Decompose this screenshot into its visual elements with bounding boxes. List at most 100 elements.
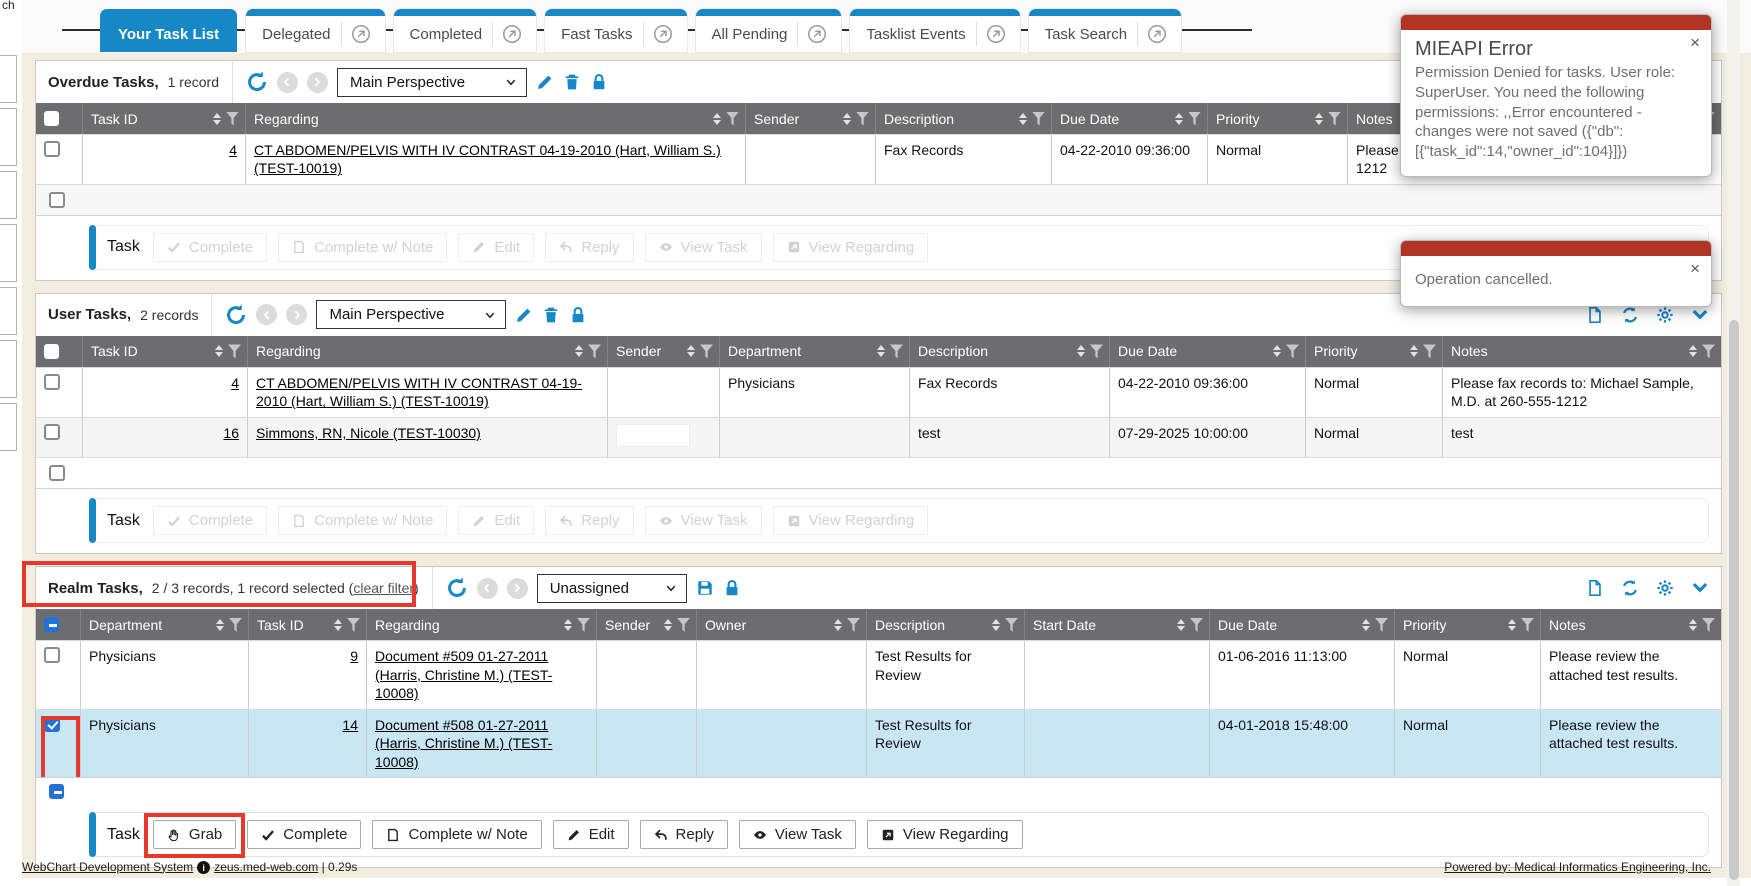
tab-all-pending[interactable]: All Pending <box>696 9 842 52</box>
sort-icon[interactable] <box>1273 345 1281 357</box>
cell-task-id[interactable]: 16 <box>82 418 247 457</box>
select-all-checkbox[interactable] <box>44 617 59 632</box>
complete-button[interactable]: Complete <box>153 506 267 535</box>
refresh-icon[interactable] <box>446 577 468 599</box>
sort-icon[interactable] <box>334 619 342 631</box>
sort-icon[interactable] <box>1689 345 1697 357</box>
sort-icon[interactable] <box>713 113 721 125</box>
filter-icon[interactable] <box>700 344 713 358</box>
select-all-header[interactable] <box>36 609 80 640</box>
cell-regarding[interactable]: Document #509 01-27-2011 (Harris, Christ… <box>366 641 596 708</box>
tab-completed[interactable]: Completed <box>394 9 537 52</box>
row-select-cell[interactable] <box>36 641 80 708</box>
cell-regarding[interactable]: CT ABDOMEN/PELVIS WITH IV CONTRAST 04-19… <box>245 135 745 184</box>
cell-task-id[interactable]: 4 <box>82 135 245 184</box>
edit-button[interactable]: Edit <box>458 506 534 535</box>
col-header-description[interactable]: Description <box>875 103 1051 134</box>
edit-perspective-icon[interactable] <box>515 306 533 324</box>
filter-icon[interactable] <box>228 344 241 358</box>
complete-with-note-button[interactable]: Complete w/ Note <box>372 820 541 849</box>
cell-task-id[interactable]: 14 <box>248 710 366 777</box>
filter-icon[interactable] <box>1005 618 1018 632</box>
external-link-icon[interactable] <box>341 22 373 46</box>
col-header-description[interactable]: Description <box>909 336 1109 367</box>
reply-button[interactable]: Reply <box>545 233 633 262</box>
filter-icon[interactable] <box>890 344 903 358</box>
col-header-description[interactable]: Description <box>866 609 1024 640</box>
clear-filter-link[interactable]: clear filter <box>353 580 414 596</box>
vertical-scrollbar[interactable] <box>1727 0 1740 886</box>
select-all-checkbox[interactable] <box>44 111 59 126</box>
powered-by-link[interactable]: Powered by: Medical Informatics Engineer… <box>1444 860 1711 874</box>
perspective-select[interactable]: Main Perspective <box>337 68 527 97</box>
complete-with-note-button[interactable]: Complete w/ Note <box>278 233 447 262</box>
external-link-icon[interactable] <box>492 22 524 46</box>
sort-icon[interactable] <box>843 113 851 125</box>
view-task-button[interactable]: View Task <box>645 233 762 262</box>
edit-button[interactable]: Edit <box>553 820 629 849</box>
col-header-start-date[interactable]: Start Date <box>1024 609 1209 640</box>
col-header-due-date[interactable]: Due Date <box>1209 609 1394 640</box>
edit-perspective-icon[interactable] <box>536 73 554 91</box>
new-document-icon[interactable] <box>1586 306 1604 324</box>
view-regarding-button[interactable]: View Regarding <box>773 233 929 262</box>
external-link-icon[interactable] <box>797 22 829 46</box>
view-regarding-button[interactable]: View Regarding <box>773 506 929 535</box>
refresh-icon[interactable] <box>246 71 268 93</box>
complete-button[interactable]: Complete <box>247 820 361 849</box>
reply-button[interactable]: Reply <box>640 820 728 849</box>
filter-icon[interactable] <box>577 618 590 632</box>
sort-icon[interactable] <box>213 113 221 125</box>
filter-icon[interactable] <box>229 618 242 632</box>
edit-button[interactable]: Edit <box>458 233 534 262</box>
sort-icon[interactable] <box>1508 619 1516 631</box>
sort-icon[interactable] <box>1689 619 1697 631</box>
tab-fast-tasks[interactable]: Fast Tasks <box>545 9 686 52</box>
col-header-regarding[interactable]: Regarding <box>245 103 745 134</box>
collapse-chevron-icon[interactable] <box>1691 579 1709 597</box>
sync-icon[interactable] <box>1621 579 1639 597</box>
filter-icon[interactable] <box>1375 618 1388 632</box>
sync-icon[interactable] <box>1621 306 1639 324</box>
close-icon[interactable]: × <box>1690 260 1700 277</box>
filter-icon[interactable] <box>347 618 360 632</box>
close-icon[interactable]: × <box>1690 34 1700 51</box>
reply-button[interactable]: Reply <box>545 506 633 535</box>
delete-perspective-icon[interactable] <box>542 306 560 324</box>
sort-icon[interactable] <box>575 345 583 357</box>
col-header-sender[interactable]: Sender <box>745 103 875 134</box>
filter-icon[interactable] <box>1032 112 1045 126</box>
info-icon[interactable] <box>197 861 210 874</box>
row-select-cell[interactable] <box>36 135 82 184</box>
scrollbar-thumb[interactable] <box>1729 320 1739 880</box>
host-name[interactable]: zeus.med-web.com <box>214 860 318 874</box>
gear-icon[interactable] <box>1656 306 1674 324</box>
filter-icon[interactable] <box>1702 618 1715 632</box>
filter-icon[interactable] <box>856 112 869 126</box>
sort-icon[interactable] <box>1175 113 1183 125</box>
select-all-header[interactable] <box>36 336 82 367</box>
sort-icon[interactable] <box>992 619 1000 631</box>
row-checkbox[interactable] <box>44 647 60 663</box>
col-header-due-date[interactable]: Due Date <box>1109 336 1305 367</box>
filter-icon[interactable] <box>1188 112 1201 126</box>
col-header-priority[interactable]: Priority <box>1394 609 1540 640</box>
sort-icon[interactable] <box>1077 345 1085 357</box>
tab-tasklist-events[interactable]: Tasklist Events <box>850 9 1019 52</box>
row-checkbox[interactable] <box>44 716 60 732</box>
cell-regarding[interactable]: Document #508 01-27-2011 (Harris, Christ… <box>366 710 596 777</box>
select-all-checkbox[interactable] <box>49 784 64 799</box>
new-document-icon[interactable] <box>1586 579 1604 597</box>
sort-icon[interactable] <box>664 619 672 631</box>
system-name[interactable]: WebChart Development System <box>22 860 193 874</box>
row-select-cell[interactable] <box>36 368 82 417</box>
sort-icon[interactable] <box>1362 619 1370 631</box>
col-header-owner[interactable]: Owner <box>696 609 866 640</box>
sort-icon[interactable] <box>216 619 224 631</box>
filter-icon[interactable] <box>1190 618 1203 632</box>
lock-icon[interactable] <box>723 579 741 597</box>
complete-with-note-button[interactable]: Complete w/ Note <box>278 506 447 535</box>
prev-page-icon[interactable] <box>256 304 277 325</box>
external-link-icon[interactable] <box>643 22 675 46</box>
filter-icon[interactable] <box>847 618 860 632</box>
